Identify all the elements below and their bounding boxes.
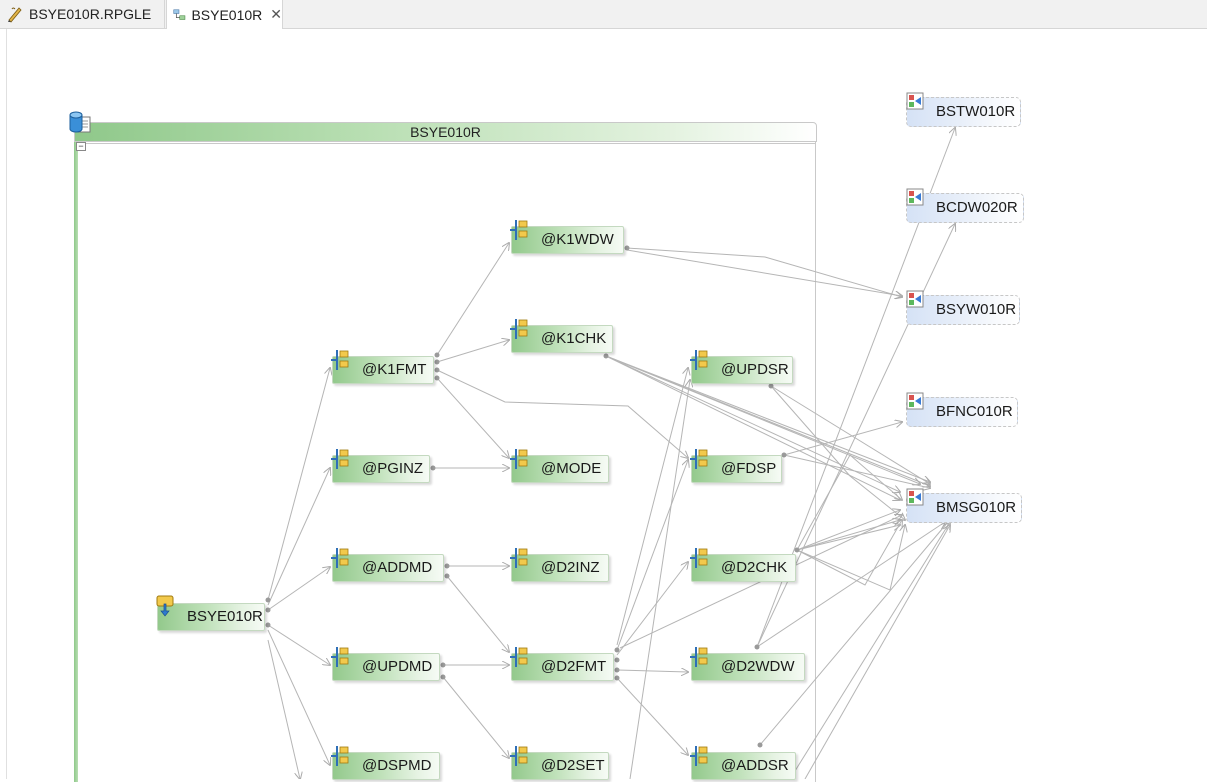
procedure-icon <box>331 746 349 766</box>
node-k1wdw[interactable]: @K1WDW <box>510 220 624 254</box>
node-updmd[interactable]: @UPDMD <box>331 647 440 681</box>
node-label: @ADDSR <box>721 757 789 774</box>
tab-call-diagram[interactable]: BSYE010R ✕ <box>166 0 283 29</box>
external-program-bsyw010r[interactable]: BSYW010R <box>906 290 1020 325</box>
procedure-icon <box>510 449 528 469</box>
external-program-bmsg010r[interactable]: BMSG010R <box>906 488 1022 523</box>
node-d2wdw[interactable]: @D2WDW <box>690 647 805 681</box>
procedure-icon <box>510 220 528 240</box>
tab-label: BSYE010R <box>191 6 263 23</box>
procedure-icon <box>690 746 708 766</box>
external-label: BSTW010R <box>936 103 1016 120</box>
node-k1fmt[interactable]: @K1FMT <box>331 350 434 384</box>
close-icon[interactable]: ✕ <box>270 6 282 23</box>
node-label: @D2INZ <box>541 559 600 576</box>
node-mode[interactable]: @MODE <box>510 449 609 483</box>
external-program-bcdw020r[interactable]: BCDW020R <box>906 188 1024 223</box>
container-border <box>78 143 815 144</box>
external-program-bstw010r[interactable]: BSTW010R <box>906 92 1021 127</box>
procedure-icon <box>690 350 708 370</box>
container-border <box>815 142 816 782</box>
node-k1chk[interactable]: @K1CHK <box>510 319 613 353</box>
external-program-icon <box>906 488 924 506</box>
node-main-procedure[interactable]: BSYE010R <box>156 595 265 631</box>
external-program-icon <box>906 392 924 410</box>
node-label: @UPDMD <box>362 658 433 675</box>
external-label: BMSG010R <box>936 499 1017 516</box>
node-addmd[interactable]: @ADDMD <box>331 548 444 582</box>
node-d2set[interactable]: @D2SET <box>510 746 609 780</box>
node-label: @K1CHK <box>541 330 607 347</box>
node-dspmd[interactable]: @DSPMD <box>331 746 440 780</box>
external-program-icon <box>906 92 924 110</box>
procedure-icon <box>690 548 708 568</box>
tab-rpgle-source[interactable]: BSYE010R.RPGLE <box>0 0 165 28</box>
node-label: @PGINZ <box>362 460 424 477</box>
node-label: @K1FMT <box>362 361 427 378</box>
database-file-icon <box>69 111 91 133</box>
procedure-icon <box>331 449 349 469</box>
editor-tab-bar: BSYE010R.RPGLE BSYE010R ✕ <box>0 0 1207 29</box>
node-label: @DSPMD <box>362 757 432 774</box>
node-fdsp[interactable]: @FDSP <box>690 449 782 483</box>
external-label: BCDW020R <box>936 199 1018 216</box>
node-label: @ADDMD <box>362 559 433 576</box>
node-label: @MODE <box>541 460 602 477</box>
procedure-icon <box>510 548 528 568</box>
external-program-bfnc010r[interactable]: BFNC010R <box>906 392 1018 427</box>
node-label: @K1WDW <box>541 231 614 248</box>
node-label: @D2WDW <box>721 658 795 675</box>
entry-point-icon <box>156 595 174 617</box>
procedure-icon <box>331 548 349 568</box>
node-d2chk[interactable]: @D2CHK <box>690 548 796 582</box>
tab-label: BSYE010R.RPGLE <box>29 6 152 22</box>
node-label: @D2FMT <box>541 658 607 675</box>
procedure-icon <box>510 647 528 667</box>
node-label: @D2SET <box>541 757 605 774</box>
node-label: @FDSP <box>721 460 777 477</box>
node-pginz[interactable]: @PGINZ <box>331 449 430 483</box>
external-label: BFNC010R <box>936 403 1013 420</box>
node-label: @UPDSR <box>721 361 789 378</box>
node-d2fmt[interactable]: @D2FMT <box>510 647 614 681</box>
node-d2inz[interactable]: @D2INZ <box>510 548 609 582</box>
procedure-icon <box>510 746 528 766</box>
call-diagram-icon <box>173 8 186 20</box>
external-label: BSYW010R <box>936 301 1017 318</box>
node-addsr[interactable]: @ADDSR <box>690 746 796 780</box>
procedure-icon <box>510 319 528 339</box>
node-label: @D2CHK <box>721 559 788 576</box>
node-updsr[interactable]: @UPDSR <box>690 350 793 384</box>
procedure-icon <box>690 449 708 469</box>
procedure-icon <box>690 647 708 667</box>
node-label: BSYE010R <box>187 608 263 625</box>
collapse-button[interactable]: − <box>76 142 86 151</box>
container-title[interactable]: BSYE010R <box>74 122 817 142</box>
container-border <box>74 142 78 782</box>
procedure-icon <box>331 647 349 667</box>
external-program-icon <box>906 290 924 308</box>
external-program-icon <box>906 188 924 206</box>
procedure-icon <box>331 350 349 370</box>
rpgle-source-icon <box>8 7 22 23</box>
